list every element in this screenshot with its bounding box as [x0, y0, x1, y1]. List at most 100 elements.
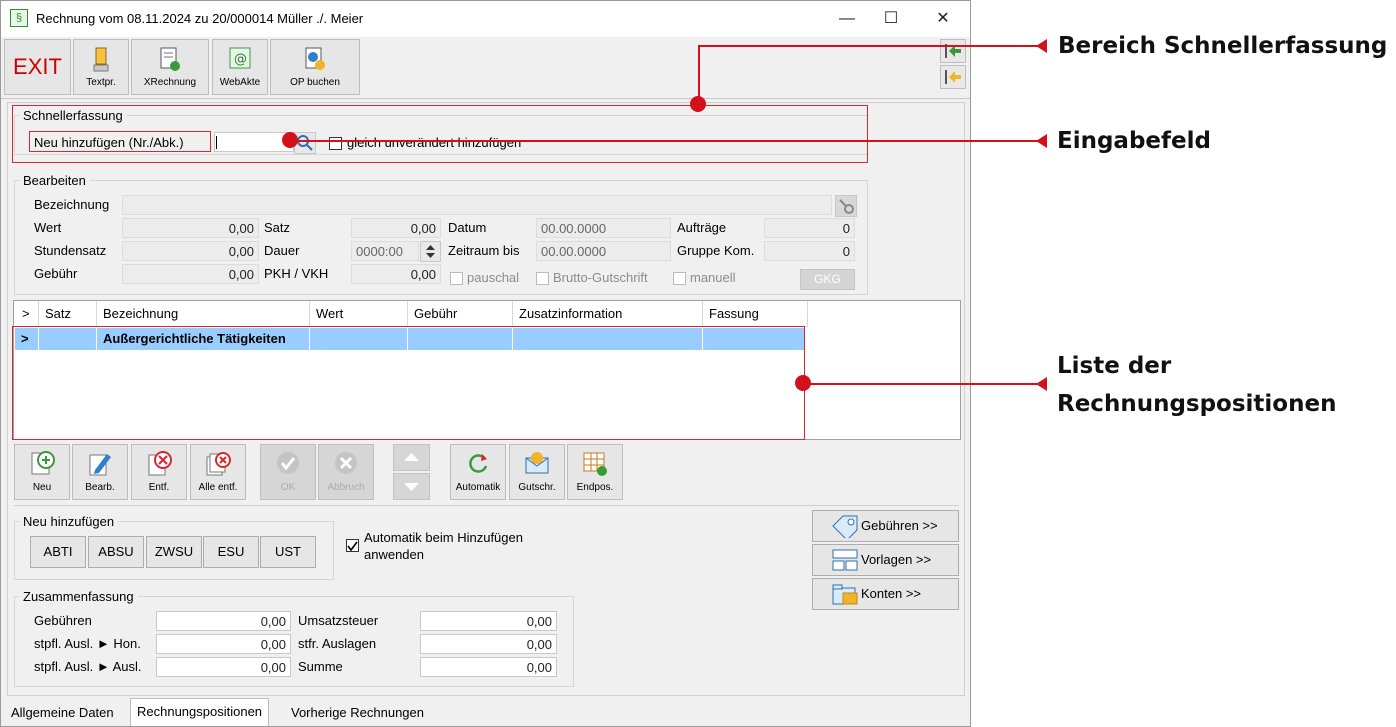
pkh-label: PKH / VKH [264, 266, 329, 281]
title-bar: § Rechnung vom 08.11.2024 zu 20/000014 M… [1, 1, 970, 37]
endpos-button[interactable]: Endpos. [567, 444, 623, 500]
callout-arrow-liste [1036, 377, 1047, 391]
callout-arrow-eingabefeld [1036, 134, 1047, 148]
neu-button[interactable]: Neu [14, 444, 70, 500]
column-header-satz[interactable]: Satz [39, 301, 97, 327]
zwsu-button[interactable]: ZWSU [146, 536, 202, 568]
zf-stpfl-hon-label: stpfl. Ausl. ► Hon. [34, 636, 141, 651]
column-header-bezeichnung[interactable]: Bezeichnung [97, 301, 310, 327]
manuell-label: manuell [690, 270, 736, 285]
op-buchen-button[interactable]: OP buchen [270, 39, 360, 95]
abti-button[interactable]: ABTI [30, 536, 86, 568]
column-header-marker[interactable]: > [14, 301, 39, 327]
datum-field[interactable]: 00.00.0000 [536, 218, 671, 238]
stundensatz-field[interactable]: 0,00 [122, 241, 259, 261]
move-up-button[interactable] [393, 444, 430, 471]
column-header-gebuehr[interactable]: Gebühr [408, 301, 513, 327]
auftraege-label: Aufträge [677, 220, 727, 235]
gebuehr-field[interactable]: 0,00 [122, 264, 259, 284]
esu-button[interactable]: ESU [203, 536, 259, 568]
gruppe-field[interactable]: 0 [764, 241, 855, 261]
bezeichnung-lookup-button[interactable] [835, 195, 857, 217]
nav-prev-button[interactable] [940, 65, 966, 89]
gebuehren-label: Gebühren >> [861, 518, 938, 533]
satz-label: Satz [264, 220, 291, 235]
vorlagen-label: Vorlagen >> [861, 552, 932, 567]
zf-ust-label: Umsatzsteuer [298, 613, 379, 628]
konten-button[interactable]: Konten >> [812, 578, 959, 610]
callout-dot-liste [795, 375, 811, 391]
abbruch-button[interactable]: Abbruch [318, 444, 374, 500]
column-header-zusatzinformation[interactable]: Zusatzinformation [513, 301, 703, 327]
manuell-checkbox[interactable] [673, 272, 686, 285]
move-down-button[interactable] [393, 473, 430, 500]
zf-stpfl-ausl-label: stpfl. Ausl. ► Ausl. [34, 659, 142, 674]
gutschr-button[interactable]: Gutschr. [509, 444, 565, 500]
callout-dot-eingabefeld [282, 132, 298, 148]
templates-icon [832, 549, 858, 571]
automatik-label: Automatik [455, 482, 501, 493]
column-header-fassung[interactable]: Fassung [703, 301, 808, 327]
tab-vorherige-rechnungen[interactable]: Vorherige Rechnungen [285, 700, 430, 726]
op-booking-icon [305, 47, 325, 70]
zf-gebuehren-value: 0,00 [156, 611, 291, 631]
xrechnung-button[interactable]: XRechnung [131, 39, 209, 95]
stundensatz-label: Stundensatz [34, 243, 107, 258]
pkh-field[interactable]: 0,00 [351, 264, 441, 284]
webakte-icon: @ [229, 47, 251, 69]
zf-stpfl-hon-value: 0,00 [156, 634, 291, 654]
auftraege-field[interactable]: 0 [764, 218, 855, 238]
entf-label: Entf. [148, 482, 170, 493]
satz-field[interactable]: 0,00 [351, 218, 441, 238]
automatik-button[interactable]: Automatik [450, 444, 506, 500]
xrechnung-label: XRechnung [143, 77, 197, 88]
tab-allgemeine-daten[interactable]: Allgemeine Daten [5, 700, 120, 726]
close-button[interactable]: ✕ [921, 5, 965, 33]
exit-button[interactable]: EXIT [4, 39, 71, 95]
pauschal-checkbox[interactable] [450, 272, 463, 285]
webakte-label: WebAkte [219, 77, 261, 88]
cancel-icon [335, 452, 357, 474]
gebuehr-label: Gebühr [34, 266, 78, 281]
xrechnung-icon [160, 47, 180, 71]
textpr-button[interactable]: Textpr. [73, 39, 129, 95]
svg-text:@: @ [234, 52, 247, 67]
callout-line-eingabefeld [290, 140, 1038, 142]
callout-dot-bereich [690, 96, 706, 112]
neu-hinzufuegen-legend: Neu hinzufügen [23, 514, 115, 529]
ok-button[interactable]: OK [260, 444, 316, 500]
dauer-label: Dauer [264, 243, 300, 258]
automatik-checkbox[interactable] [346, 539, 359, 552]
bearb-button[interactable]: Bearb. [72, 444, 128, 500]
vorlagen-button[interactable]: Vorlagen >> [812, 544, 959, 576]
zf-summe-label: Summe [298, 659, 343, 674]
entf-button[interactable]: Entf. [131, 444, 187, 500]
alle-entf-label: Alle entf. [198, 482, 238, 493]
webakte-button[interactable]: @ WebAkte [212, 39, 268, 95]
zeitraum-field[interactable]: 00.00.0000 [536, 241, 671, 261]
arrow-left-icon [945, 70, 961, 84]
absu-button[interactable]: ABSU [88, 536, 144, 568]
nav-first-button[interactable] [940, 39, 966, 63]
textpr-label: Textpr. [86, 77, 116, 88]
gebuehren-button[interactable]: Gebühren >> [812, 510, 959, 542]
gutschr-label: Gutschr. [518, 482, 556, 493]
text-template-icon [93, 47, 109, 72]
delete-all-icon [206, 452, 231, 476]
tab-rechnungspositionen[interactable]: Rechnungspositionen [130, 698, 270, 726]
annotation-liste-line1: Liste der [1057, 353, 1172, 379]
maximize-button[interactable]: ☐ [869, 5, 913, 33]
wert-field[interactable]: 0,00 [122, 218, 259, 238]
minimize-button[interactable]: — [825, 5, 869, 33]
callout-line-bereich [698, 45, 1038, 47]
gkg-button[interactable]: GKG [800, 269, 855, 290]
alle-entf-button[interactable]: Alle entf. [190, 444, 246, 500]
dauer-spinner[interactable] [420, 241, 441, 262]
brutto-checkbox[interactable] [536, 272, 549, 285]
column-header-wert[interactable]: Wert [310, 301, 408, 327]
dauer-field[interactable]: 0000:00 [351, 241, 419, 261]
ust-button[interactable]: UST [260, 536, 316, 568]
abbruch-label: Abbruch [327, 482, 365, 493]
bezeichnung-field[interactable] [122, 195, 832, 215]
add-document-icon [31, 451, 55, 475]
